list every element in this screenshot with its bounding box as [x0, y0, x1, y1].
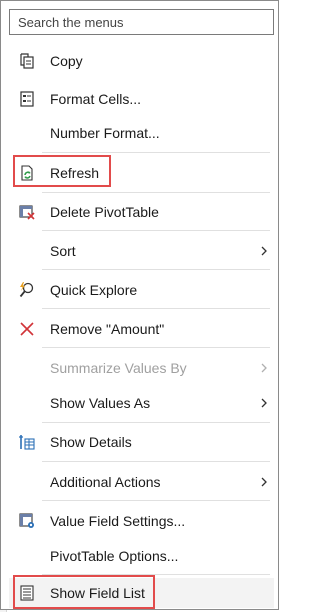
- menu-separator: [42, 422, 270, 423]
- value-field-settings-icon: [17, 511, 37, 531]
- menu-item-label: Number Format...: [50, 125, 160, 141]
- menu-item-label: Quick Explore: [50, 282, 138, 298]
- menu-item-remove-amount[interactable]: Remove "Amount": [9, 314, 274, 344]
- menu-separator: [42, 269, 270, 270]
- menu-item-label: Remove "Amount": [50, 321, 165, 337]
- menu-item-sort[interactable]: Sort: [9, 236, 274, 266]
- search-menus-input[interactable]: [9, 9, 274, 35]
- menu-item-label: Value Field Settings...: [50, 513, 186, 529]
- field-list-icon: [17, 583, 37, 603]
- menu-item-label: Refresh: [50, 165, 100, 181]
- menu-item-refresh[interactable]: Refresh: [9, 158, 274, 188]
- chevron-right-icon: [261, 246, 267, 256]
- menu-item-label: Delete PivotTable: [50, 204, 159, 220]
- remove-x-icon: [17, 319, 37, 339]
- menu-separator: [42, 574, 270, 575]
- copy-icon: [17, 51, 37, 71]
- menu-item-label: Sort: [50, 243, 76, 259]
- menu-item-delete-pivottable[interactable]: Delete PivotTable: [9, 197, 274, 227]
- menu-item-label: Show Details: [50, 434, 132, 450]
- menu-item-format-cells[interactable]: Format Cells...: [9, 84, 274, 114]
- menu-item-label: Show Field List: [50, 585, 145, 601]
- quick-explore-icon: [17, 280, 37, 300]
- menu-item-show-field-list[interactable]: Show Field List: [9, 578, 274, 608]
- menu-item-label: Copy: [50, 53, 83, 69]
- menu-separator: [42, 308, 270, 309]
- show-details-icon: [17, 432, 37, 452]
- format-cells-icon: [17, 89, 37, 109]
- menu-separator: [42, 230, 270, 231]
- menu-item-show-values-as[interactable]: Show Values As: [9, 388, 274, 418]
- chevron-right-icon: [261, 477, 267, 487]
- menu-item-label: Summarize Values By: [50, 360, 187, 376]
- menu-item-show-details[interactable]: Show Details: [9, 427, 274, 457]
- menu-separator: [42, 192, 270, 193]
- menu-item-pivottable-options[interactable]: PivotTable Options...: [9, 541, 274, 571]
- menu-item-quick-explore[interactable]: Quick Explore: [9, 275, 274, 305]
- menu-separator: [42, 152, 270, 153]
- refresh-icon: [17, 163, 37, 183]
- chevron-right-icon: [261, 398, 267, 408]
- menu-item-number-format[interactable]: Number Format...: [9, 118, 274, 148]
- menu-item-label: Show Values As: [50, 395, 151, 411]
- menu-separator: [42, 500, 270, 501]
- menu-item-label: Format Cells...: [50, 91, 142, 107]
- chevron-right-icon: [261, 363, 267, 373]
- menu-item-copy[interactable]: Copy: [9, 46, 274, 76]
- delete-pivot-icon: [17, 202, 37, 222]
- menu-item-summarize-values-by: Summarize Values By: [9, 353, 274, 383]
- menu-item-label: Additional Actions: [50, 474, 161, 490]
- menu-separator: [42, 461, 270, 462]
- menu-separator: [42, 347, 270, 348]
- menu-item-value-field-settings[interactable]: Value Field Settings...: [9, 506, 274, 536]
- menu-item-additional-actions[interactable]: Additional Actions: [9, 467, 274, 497]
- context-menu: Copy Format Cells... Number Format...: [0, 0, 279, 610]
- menu-item-label: PivotTable Options...: [50, 548, 179, 564]
